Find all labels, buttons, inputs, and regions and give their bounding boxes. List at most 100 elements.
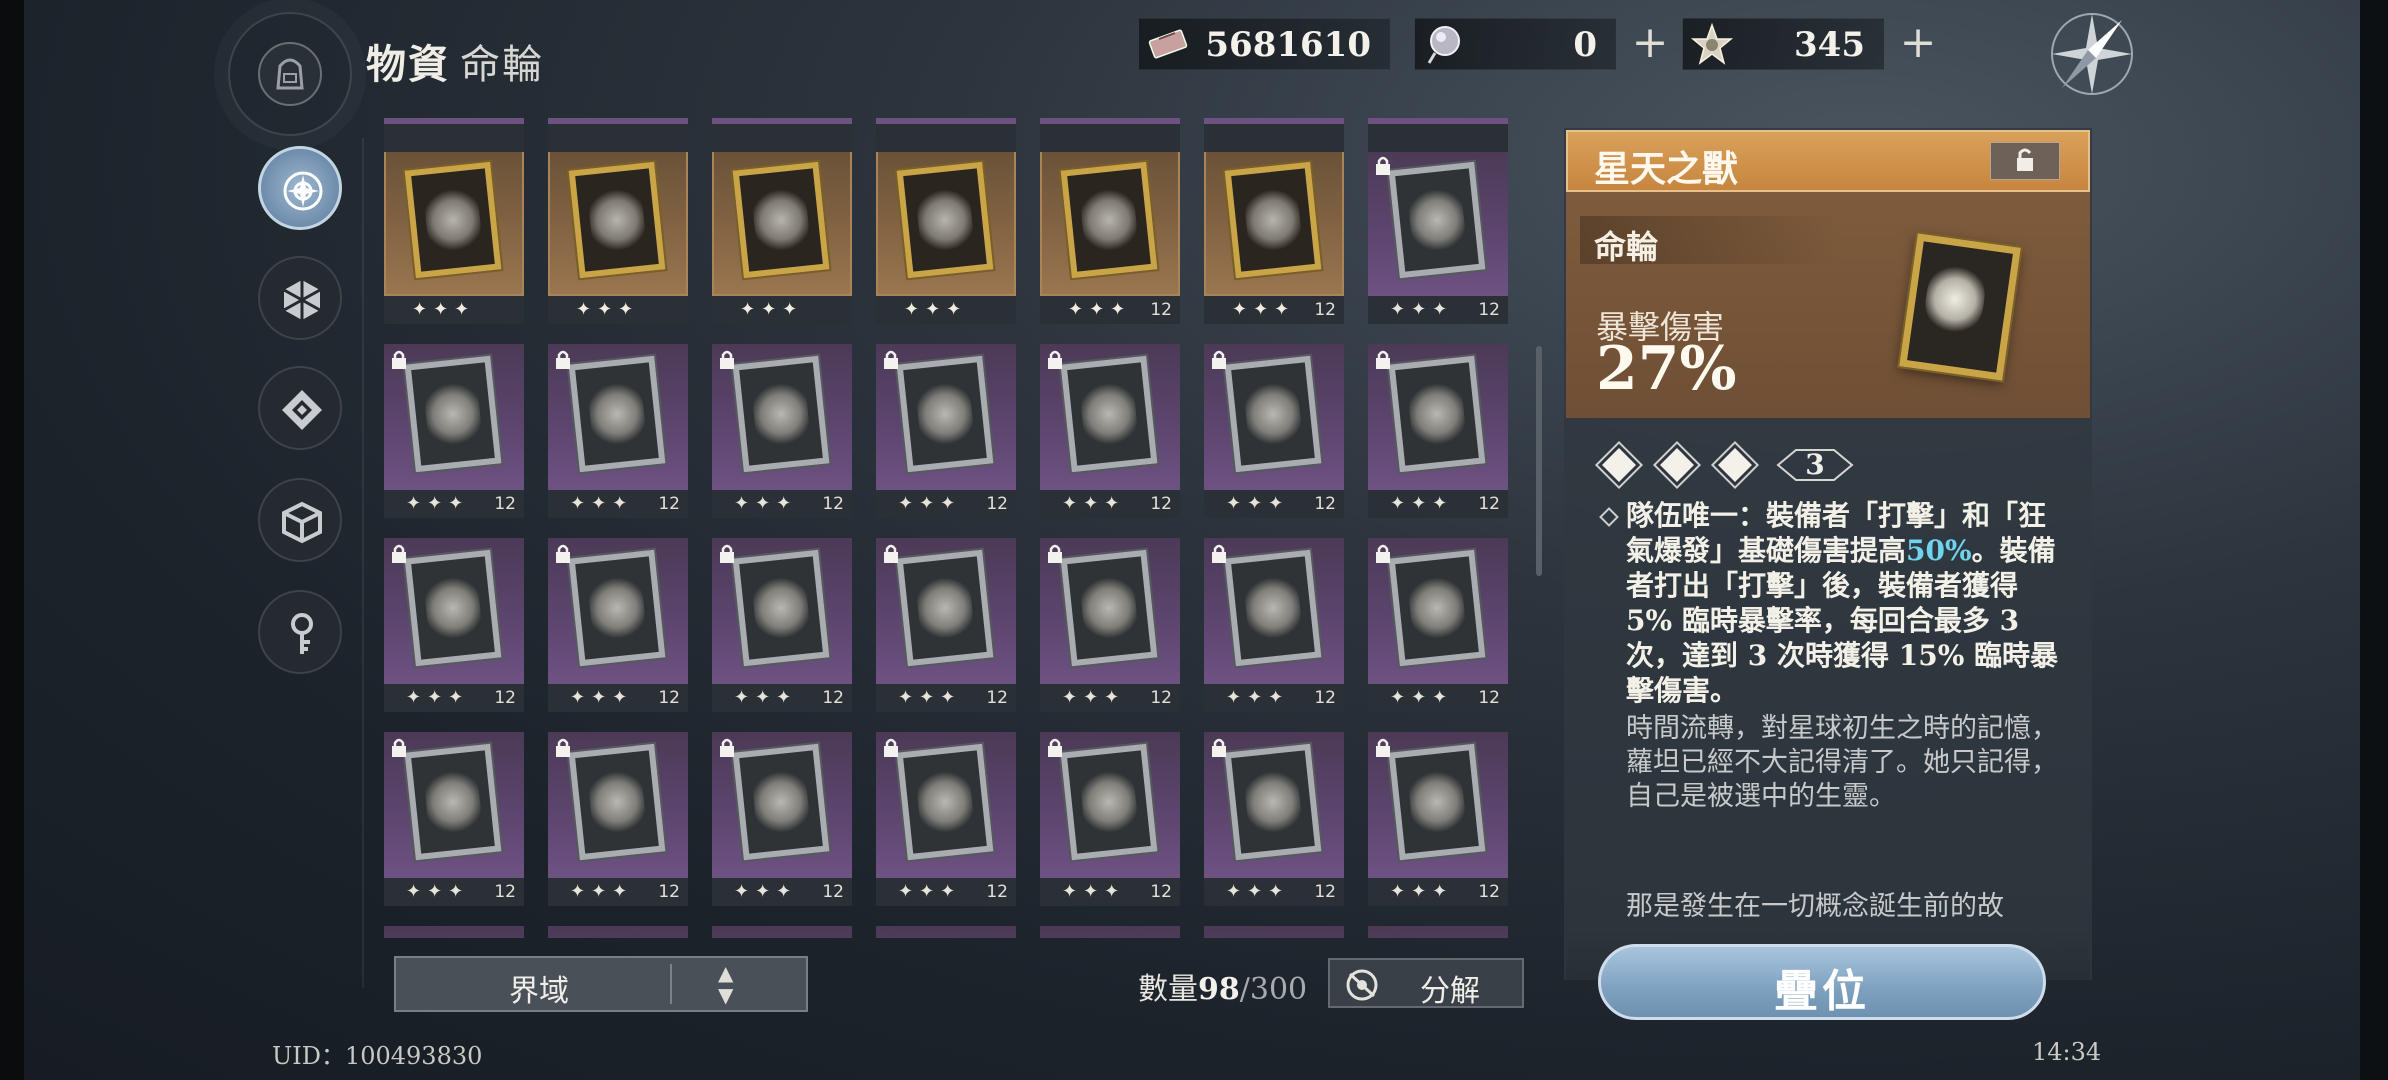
count-max: /300 [1239,972,1308,1007]
card-item[interactable]: ✦✦✦ 12 [876,732,1016,906]
card-item[interactable]: ✦✦✦ 12 [876,344,1016,518]
card-item[interactable]: ✦✦✦ 12 [712,538,852,712]
rank-badge: 3 [1776,446,1854,484]
card-item-partial[interactable] [876,118,1016,152]
card-item-partial[interactable] [1204,926,1344,938]
orb-count: 0 [1573,25,1597,65]
card-item-partial[interactable] [1204,118,1344,152]
card-item[interactable]: ✦✦✦ 12 [1368,150,1508,324]
card-item-partial[interactable] [1040,118,1180,152]
effect-description: 隊伍唯一：裝備者「打擊」和「狂氣爆發」基礎傷害提高50%。裝備者打出「打擊」後，… [1626,499,2059,707]
stack-button[interactable]: 疊位 [1598,944,2046,1020]
card-item[interactable]: ✦✦✦ 12 [384,344,524,518]
lock-toggle-button[interactable] [1990,142,2060,180]
card-stars: ✦✦✦ [1390,493,1454,514]
card-stars: ✦✦✦ [1226,881,1290,902]
lock-icon [720,544,734,563]
star-crystal-count: 345 [1794,25,1865,65]
sidebar-item-key[interactable] [258,590,342,674]
grid-scrollbar[interactable] [1536,346,1542,576]
card-item[interactable]: ✦✦✦ 12 [1040,344,1180,518]
card-item-partial[interactable] [384,118,524,152]
card-item[interactable]: ✦✦✦ 12 [1368,538,1508,712]
sidebar-item-hexagon[interactable] [258,256,342,340]
card-item[interactable]: ✦✦✦ 12 [384,732,524,906]
compass-icon[interactable] [2044,6,2140,102]
card-item[interactable]: ✦✦✦ 12 [1204,538,1344,712]
page-title: 物資 命輪 [366,41,544,88]
lock-icon [1376,738,1390,757]
sidebar-item-diamond[interactable] [258,366,342,450]
card-item[interactable]: ✦✦✦ 12 [712,344,852,518]
card-item[interactable]: ✦✦✦ 12 [1040,150,1180,324]
card-stars: ✦✦✦ [570,881,634,902]
card-item[interactable]: ✦✦✦ 12 [712,732,852,906]
card-item[interactable]: ✦✦✦ 12 [1040,732,1180,906]
card-stars: ✦✦✦ [898,493,962,514]
sidebar-item-cube[interactable] [258,478,342,562]
card-item[interactable]: ✦✦✦ [712,150,852,324]
card-item[interactable]: ✦✦✦ 12 [548,538,688,712]
card-stars: ✦✦✦ [1390,881,1454,902]
card-item[interactable]: ✦✦✦ [876,150,1016,324]
count-current: 98 [1198,972,1240,1007]
card-item[interactable]: ✦✦✦ 12 [1040,538,1180,712]
card-stars: ✦✦✦ [740,299,804,320]
card-stars: ✦✦✦ [734,493,798,514]
lock-icon [392,544,406,563]
lock-icon [556,350,570,369]
card-item-partial[interactable] [712,926,852,938]
sidebar-item-wheel[interactable] [258,146,342,230]
card-level: 12 [1478,882,1500,902]
card-frame [1060,549,1158,667]
backpack-icon [276,58,304,90]
card-item[interactable]: ✦✦✦ [384,150,524,324]
bag-emblem [228,12,352,136]
card-item[interactable]: ✦✦✦ [548,150,688,324]
card-frame [896,355,994,473]
card-stars: ✦✦✦ [406,493,470,514]
card-item[interactable]: ✦✦✦ 12 [1204,150,1344,324]
card-frame [568,743,666,861]
add-star-crystal-button[interactable]: + [1895,21,1941,67]
lock-icon [1048,738,1062,757]
card-item-partial[interactable] [876,926,1016,938]
lock-icon [884,738,898,757]
card-frame [896,743,994,861]
realm-filter-dropdown[interactable]: 界域 ▲ ▼ [394,956,808,1012]
card-level: 12 [1150,300,1172,320]
decompose-button[interactable]: 分解 [1328,958,1524,1009]
card-item[interactable]: ✦✦✦ 12 [1204,344,1344,518]
card-stars: ✦✦✦ [1062,687,1126,708]
card-item[interactable]: ✦✦✦ 12 [548,732,688,906]
card-level: 12 [822,494,844,514]
card-item[interactable]: ✦✦✦ 12 [1204,732,1344,906]
ticket-count: 5681610 [1205,25,1371,65]
rank-value: 3 [1805,448,1825,481]
card-item-partial[interactable] [712,118,852,152]
card-item-partial[interactable] [548,926,688,938]
card-item-partial[interactable] [1368,926,1508,938]
card-item-partial[interactable] [1040,926,1180,938]
card-item-partial[interactable] [384,926,524,938]
card-item-partial[interactable] [548,118,688,152]
card-category: 命輪 [1594,228,1659,266]
sidebar-divider [362,138,364,988]
effect-highlight: 50% [1906,534,1972,567]
card-item[interactable]: ✦✦✦ 12 [1368,344,1508,518]
card-item[interactable]: ✦✦✦ 12 [876,538,1016,712]
card-item[interactable]: ✦✦✦ 12 [548,344,688,518]
card-stars: ✦✦✦ [898,687,962,708]
card-stars: ✦✦✦ [734,881,798,902]
card-item[interactable]: ✦✦✦ 12 [1368,732,1508,906]
card-frame [1224,161,1322,279]
lock-icon [1376,544,1390,563]
card-level: 12 [1314,300,1336,320]
add-orb-button[interactable]: + [1627,21,1673,67]
lock-icon [884,350,898,369]
stat-value: 27% [1596,334,1737,404]
card-item[interactable]: ✦✦✦ 12 [384,538,524,712]
card-frame [404,743,502,861]
card-level: 12 [658,494,680,514]
card-item-partial[interactable] [1368,118,1508,152]
